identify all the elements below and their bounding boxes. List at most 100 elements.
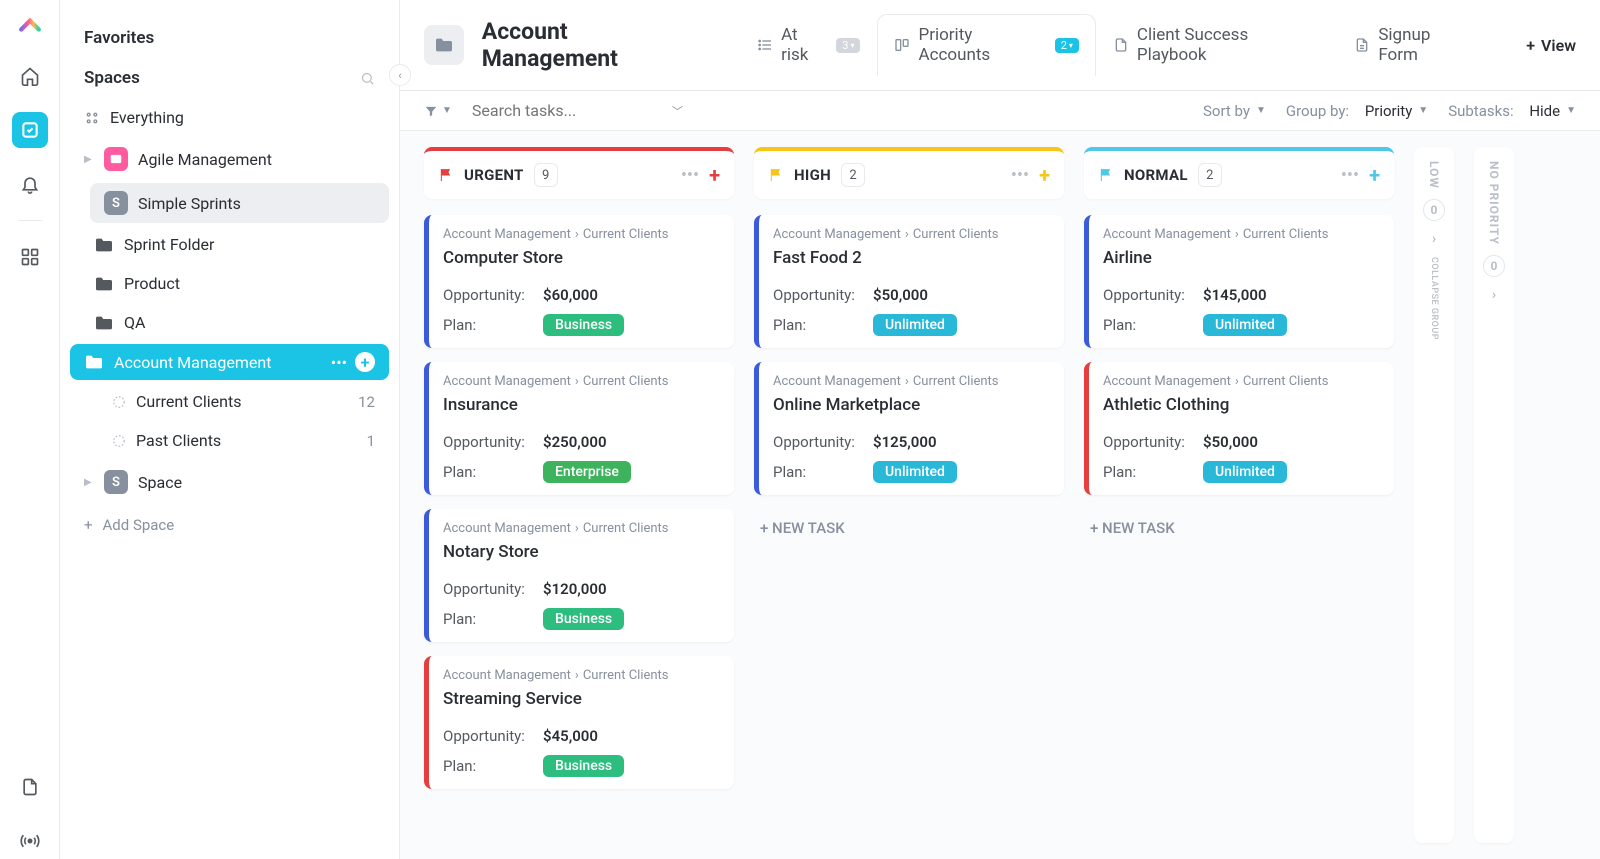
tab-badge: 3 ▾: [836, 38, 860, 53]
sort-by-button[interactable]: Sort by▼: [1203, 102, 1266, 120]
everything-item[interactable]: Everything: [70, 100, 389, 135]
sidebar-item-label: Account Management: [114, 353, 271, 372]
search-input[interactable]: [472, 101, 652, 120]
group-by-button[interactable]: Group by: Priority▼: [1286, 102, 1428, 120]
nav-rail: [0, 0, 60, 859]
task-card[interactable]: Account Management›Current Clients Insur…: [424, 362, 734, 495]
view-tabs: At risk 3 ▾ Priority Accounts2 ▾Client Suc…: [740, 14, 1490, 76]
rail-divider: [18, 220, 42, 221]
qa-item[interactable]: QA: [80, 305, 389, 340]
tab-label: Signup Form: [1378, 25, 1473, 65]
more-icon[interactable]: •••: [1341, 165, 1359, 186]
field-label: Plan:: [443, 316, 543, 334]
plus-icon: +: [84, 516, 93, 534]
field-label: Plan:: [1103, 463, 1203, 481]
field-label: Plan:: [1103, 316, 1203, 334]
space-item[interactable]: ▶ S Space: [70, 462, 389, 502]
column-normal: NORMAL 2 ••• + Account Management›Curren…: [1084, 147, 1394, 843]
tab-label: Priority Accounts: [918, 25, 1046, 65]
more-icon[interactable]: •••: [1011, 165, 1029, 186]
main: ‹ Account Management At risk3 ▾Priority …: [400, 0, 1600, 859]
tab-icon: [757, 37, 773, 53]
add-card-button[interactable]: +: [1039, 163, 1050, 187]
card-list: Account Management›Current Clients Airli…: [1084, 215, 1394, 547]
agile-management-item[interactable]: ▶ Agile Management: [70, 139, 389, 179]
home-icon[interactable]: [12, 58, 48, 94]
flag-icon: [438, 166, 454, 184]
card-list: Account Management›Current Clients Compu…: [424, 215, 734, 789]
task-card[interactable]: Account Management›Current Clients Strea…: [424, 656, 734, 789]
sidebar-item-label: Agile Management: [138, 150, 272, 169]
column-header: NORMAL 2 ••• +: [1084, 147, 1394, 199]
more-icon[interactable]: •••: [681, 165, 699, 186]
task-card[interactable]: Account Management›Current Clients Athle…: [1084, 362, 1394, 495]
add-icon[interactable]: +: [355, 352, 375, 372]
column-name: NO PRIORITY: [1487, 161, 1501, 245]
spaces-heading[interactable]: Spaces: [70, 60, 389, 96]
space-icon: [104, 147, 128, 171]
toolbar: ▼ ﹀ Sort by▼ Group by: Priority▼ Subtask…: [400, 91, 1600, 131]
add-card-button[interactable]: +: [709, 163, 720, 187]
collapsed-column-no-priority[interactable]: NO PRIORITY 0 ›: [1474, 147, 1514, 843]
plan-pill: Unlimited: [873, 461, 957, 483]
account-management-item[interactable]: Account Management ••• +: [70, 344, 389, 380]
product-item[interactable]: Product: [80, 266, 389, 301]
kanban-board: URGENT 9 ••• + Account Management›Curren…: [400, 131, 1600, 859]
add-view-button[interactable]: + View: [1526, 36, 1576, 55]
tab-signup-form[interactable]: Signup Form: [1337, 14, 1490, 76]
plan-pill: Enterprise: [543, 461, 631, 483]
tasks-icon[interactable]: [12, 112, 48, 148]
column-count: 2: [841, 163, 865, 187]
more-icon[interactable]: •••: [331, 353, 347, 372]
plan-pill: Unlimited: [873, 314, 957, 336]
simple-sprints-item[interactable]: S Simple Sprints: [90, 183, 389, 223]
field-label: Plan:: [773, 316, 873, 334]
column-urgent: URGENT 9 ••• + Account Management›Curren…: [424, 147, 734, 843]
search-icon[interactable]: [360, 71, 375, 86]
column-header: URGENT 9 ••• +: [424, 147, 734, 199]
card-title: Insurance: [443, 395, 720, 415]
opportunity-value: $125,000: [873, 433, 937, 451]
tab-label: At risk: [781, 25, 828, 65]
subtasks-button[interactable]: Subtasks: Hide▼: [1448, 102, 1576, 120]
tab-client-success-playbook[interactable]: Client Success Playbook: [1096, 14, 1337, 76]
search-dropdown[interactable]: ﹀: [672, 103, 683, 119]
collapsed-column-low[interactable]: LOW 0 ›COLLAPSE GROUP: [1414, 147, 1454, 843]
broadcast-icon[interactable]: [12, 823, 48, 859]
opportunity-value: $50,000: [1203, 433, 1258, 451]
grid-icon: [84, 110, 100, 126]
task-card[interactable]: Account Management›Current Clients Fast …: [754, 215, 1064, 348]
field-label: Opportunity:: [443, 727, 543, 745]
opportunity-value: $60,000: [543, 286, 598, 304]
add-card-button[interactable]: +: [1369, 163, 1380, 187]
column-header: HIGH 2 ••• +: [754, 147, 1064, 199]
notifications-icon[interactable]: [12, 166, 48, 202]
opportunity-value: $250,000: [543, 433, 607, 451]
card-title: Computer Store: [443, 248, 720, 268]
sprint-folder-item[interactable]: Sprint Folder: [80, 227, 389, 262]
collapse-sidebar-button[interactable]: ‹: [389, 64, 411, 86]
list-icon: [112, 434, 126, 448]
favorites-heading[interactable]: Favorites: [70, 20, 389, 56]
column-high: HIGH 2 ••• + Account Management›Current …: [754, 147, 1064, 843]
add-space-button[interactable]: + Add Space: [70, 506, 389, 544]
card-title: Fast Food 2: [773, 248, 1050, 268]
apps-icon[interactable]: [12, 239, 48, 275]
new-task-button[interactable]: + NEW TASK: [1084, 509, 1394, 547]
current-clients-item[interactable]: Current Clients 12: [70, 384, 389, 419]
plan-pill: Business: [543, 314, 624, 336]
doc-icon[interactable]: [12, 769, 48, 805]
past-clients-item[interactable]: Past Clients 1: [70, 423, 389, 458]
filter-button[interactable]: ▼: [424, 104, 452, 118]
task-card[interactable]: Account Management›Current Clients Compu…: [424, 215, 734, 348]
folder-icon[interactable]: [424, 25, 464, 65]
task-card[interactable]: Account Management›Current Clients Onlin…: [754, 362, 1064, 495]
tab-priority-accounts[interactable]: Priority Accounts2 ▾: [877, 14, 1095, 76]
task-card[interactable]: Account Management›Current Clients Airli…: [1084, 215, 1394, 348]
tab-at-risk[interactable]: At risk 3 ▾: [740, 14, 877, 76]
plan-pill: Unlimited: [1203, 314, 1287, 336]
task-card[interactable]: Account Management›Current Clients Notar…: [424, 509, 734, 642]
chevron-right-icon: ›: [1492, 287, 1496, 303]
card-title: Airline: [1103, 248, 1380, 268]
new-task-button[interactable]: + NEW TASK: [754, 509, 1064, 547]
